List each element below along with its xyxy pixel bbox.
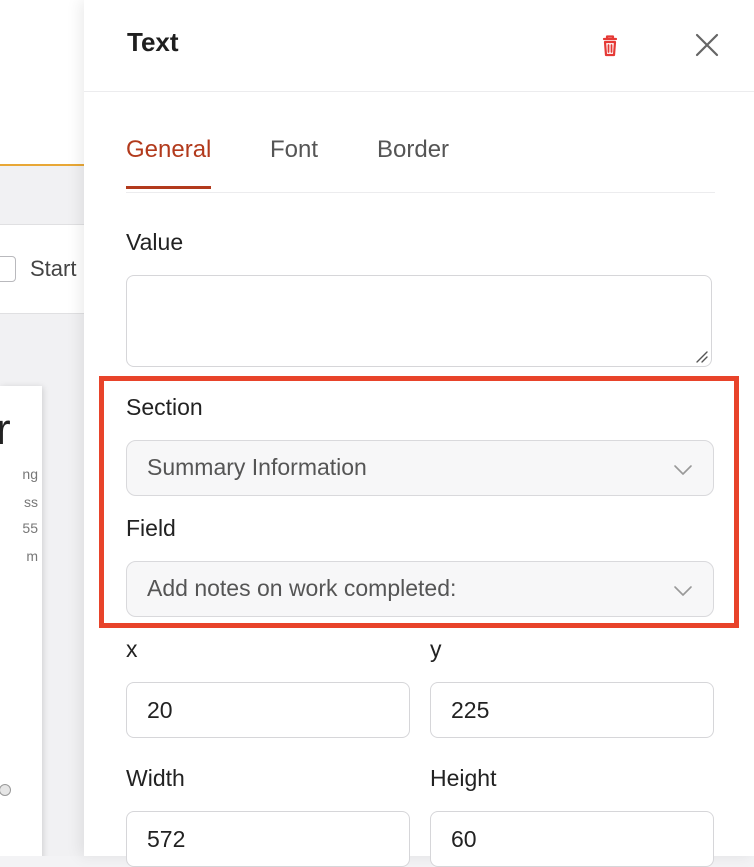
tab-general[interactable]: General	[126, 136, 212, 189]
height-input[interactable]	[430, 811, 714, 867]
section-selected-value: Summary Information	[147, 454, 367, 480]
trash-icon	[602, 35, 618, 57]
panel-header: Text	[84, 0, 754, 92]
background-editor: Start r ng ss 55 m	[0, 0, 84, 856]
background-tab-bar	[0, 92, 84, 166]
chevron-down-icon	[674, 465, 692, 475]
background-checkbox[interactable]	[0, 256, 16, 282]
background-canvas-snippet: m	[26, 548, 38, 564]
field-label: Field	[126, 515, 176, 541]
background-canvas-snippet: ss	[24, 494, 38, 510]
height-label: Height	[430, 765, 497, 791]
value-label: Value	[126, 229, 184, 255]
close-button[interactable]	[691, 29, 723, 61]
resize-grip-icon[interactable]	[694, 349, 708, 363]
background-canvas-snippet: ng	[22, 466, 38, 482]
section-label: Section	[126, 394, 203, 420]
section-select[interactable]: Summary Information	[126, 440, 714, 496]
tab-font[interactable]: Font	[270, 136, 318, 186]
x-label: x	[126, 636, 138, 662]
delete-button[interactable]	[594, 30, 626, 62]
x-input[interactable]	[126, 682, 410, 738]
tab-border[interactable]: Border	[377, 136, 449, 186]
panel-tabs: General Font Border	[126, 120, 715, 193]
y-input[interactable]	[430, 682, 714, 738]
properties-panel: Text General Font Border Value Section S…	[84, 0, 754, 867]
field-select[interactable]: Add notes on work completed:	[126, 561, 714, 617]
width-label: Width	[126, 765, 185, 791]
background-top-bar	[0, 0, 84, 93]
panel-title: Text	[127, 27, 179, 57]
value-textarea[interactable]	[126, 275, 712, 367]
field-selected-value: Add notes on work completed:	[147, 575, 457, 601]
chevron-down-icon	[674, 586, 692, 596]
width-input[interactable]	[126, 811, 410, 867]
background-canvas-letter: r	[0, 405, 11, 454]
close-icon	[695, 33, 719, 57]
background-start-label: Start	[30, 256, 77, 281]
background-canvas-snippet: 55	[22, 520, 38, 536]
y-label: y	[430, 636, 442, 662]
